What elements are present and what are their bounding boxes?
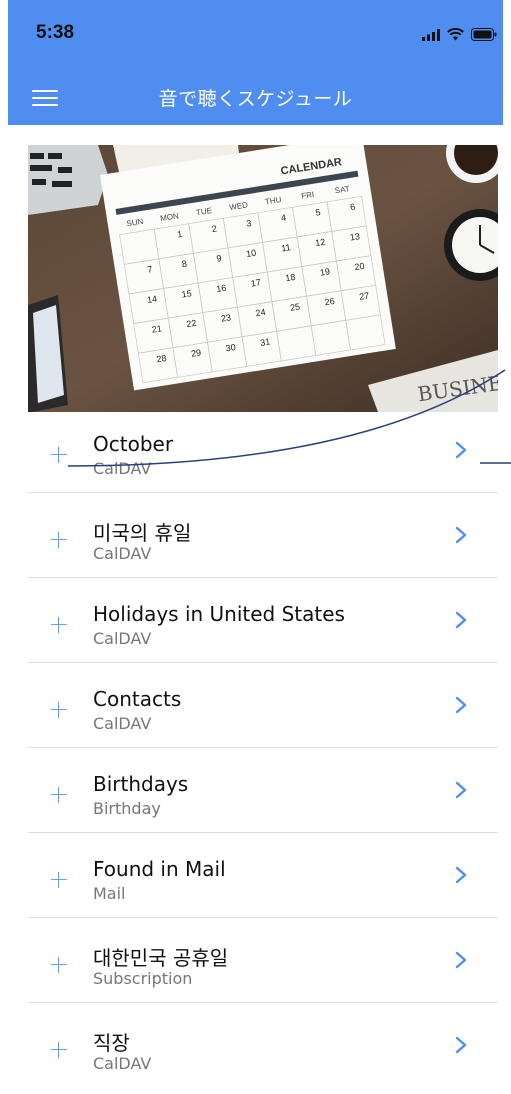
calendar-source: Mail	[93, 884, 126, 903]
hero-calendar-image: BUSINE CALENDAR SUN MON TUE WED THU FRI SAT 12…	[28, 145, 498, 412]
plus-icon[interactable]	[50, 446, 68, 464]
calendar-day-number: 14	[146, 294, 157, 305]
chevron-right-icon[interactable]	[454, 951, 468, 969]
calendar-day-number: 13	[349, 231, 360, 242]
status-time: 5:38	[36, 22, 75, 43]
cellular-signal-icon	[422, 28, 440, 41]
calendar-day-number: 18	[285, 272, 296, 283]
calendar-list-item[interactable]: Found in Mail Mail	[28, 833, 498, 918]
calendar-source: CalDAV	[93, 544, 152, 563]
calendar-name: Birthdays	[93, 772, 189, 796]
calendar-day-number: 15	[181, 288, 192, 299]
calendar-list-item[interactable]: Birthdays Birthday	[28, 748, 498, 833]
calendar-list-item[interactable]: Holidays in United States CalDAV	[28, 578, 498, 663]
calendar-day-number: 28	[156, 353, 167, 364]
calendar-source: CalDAV	[93, 459, 152, 478]
plus-icon[interactable]	[50, 786, 68, 804]
status-bar: 5:38	[8, 0, 503, 70]
calendar-name: 직장	[93, 1031, 130, 1055]
calendar-list: October CalDAV 미국의 휴일 CalDAV Holidays in Uni…	[28, 408, 498, 1088]
calendar-day-number: 27	[358, 290, 369, 301]
chevron-right-icon[interactable]	[454, 611, 468, 629]
wifi-icon	[447, 28, 464, 41]
calendar-source: CalDAV	[93, 714, 152, 733]
page-title: 音で聴くスケジュール	[158, 88, 353, 110]
chevron-right-icon[interactable]	[454, 781, 468, 799]
calendar-name: Holidays in United States	[93, 602, 345, 626]
calendar-day-number: 25	[289, 301, 300, 312]
calendar-day-number: 17	[250, 277, 261, 288]
plus-icon[interactable]	[50, 956, 68, 974]
status-icons	[422, 28, 497, 41]
calendar-list-item[interactable]: Contacts CalDAV	[28, 663, 498, 748]
navigation-bar: 音で聴くスケジュール	[8, 72, 503, 122]
calendar-name: Found in Mail	[93, 857, 226, 881]
calendar-day-number: 31	[259, 336, 270, 347]
calendar-day-number: 24	[255, 307, 266, 318]
chevron-right-icon[interactable]	[454, 526, 468, 544]
calendar-day-number: 26	[324, 296, 335, 307]
battery-icon	[471, 28, 497, 41]
calendar-source: CalDAV	[93, 629, 152, 648]
plus-icon[interactable]	[50, 616, 68, 634]
calendar-source: Birthday	[93, 799, 161, 818]
calendar-day-number: 21	[151, 323, 162, 334]
calendar-day-number: 16	[216, 283, 227, 294]
app-header: 5:38 音で聴くスケジュール	[8, 0, 503, 125]
chevron-right-icon[interactable]	[454, 1036, 468, 1054]
calendar-name: Contacts	[93, 687, 182, 711]
calendar-list-item[interactable]: 직장 CalDAV	[28, 1003, 498, 1088]
calendar-list-item[interactable]: 대한민국 공휴일 Subscription	[28, 918, 498, 1003]
calendar-day-number: 22	[186, 318, 197, 329]
plus-icon[interactable]	[50, 701, 68, 719]
chevron-right-icon[interactable]	[454, 696, 468, 714]
calendar-day-number: 29	[190, 347, 201, 358]
calendar-day-number: 20	[354, 261, 365, 272]
chevron-right-icon[interactable]	[454, 441, 468, 459]
calendar-list-item[interactable]: 미국의 휴일 CalDAV	[28, 493, 498, 578]
calendar-day-number: 23	[220, 312, 231, 323]
calendar-day-number: 11	[281, 242, 292, 253]
plus-icon[interactable]	[50, 531, 68, 549]
calendar-list-item[interactable]: October CalDAV	[28, 408, 498, 493]
chevron-right-icon[interactable]	[454, 866, 468, 884]
calendar-source: Subscription	[93, 969, 193, 988]
plus-icon[interactable]	[50, 871, 68, 889]
calendar-name: 대한민국 공휴일	[93, 946, 229, 970]
calendar-name: October	[93, 432, 174, 456]
calendar-day-number: 19	[319, 266, 330, 277]
calendar-name: 미국의 휴일	[93, 521, 192, 545]
plus-icon[interactable]	[50, 1041, 68, 1059]
calendar-day-number: 10	[245, 248, 256, 259]
calendar-source: CalDAV	[93, 1054, 152, 1073]
calendar-day-number: 12	[315, 237, 326, 248]
calendar-day-number: 30	[225, 342, 236, 353]
